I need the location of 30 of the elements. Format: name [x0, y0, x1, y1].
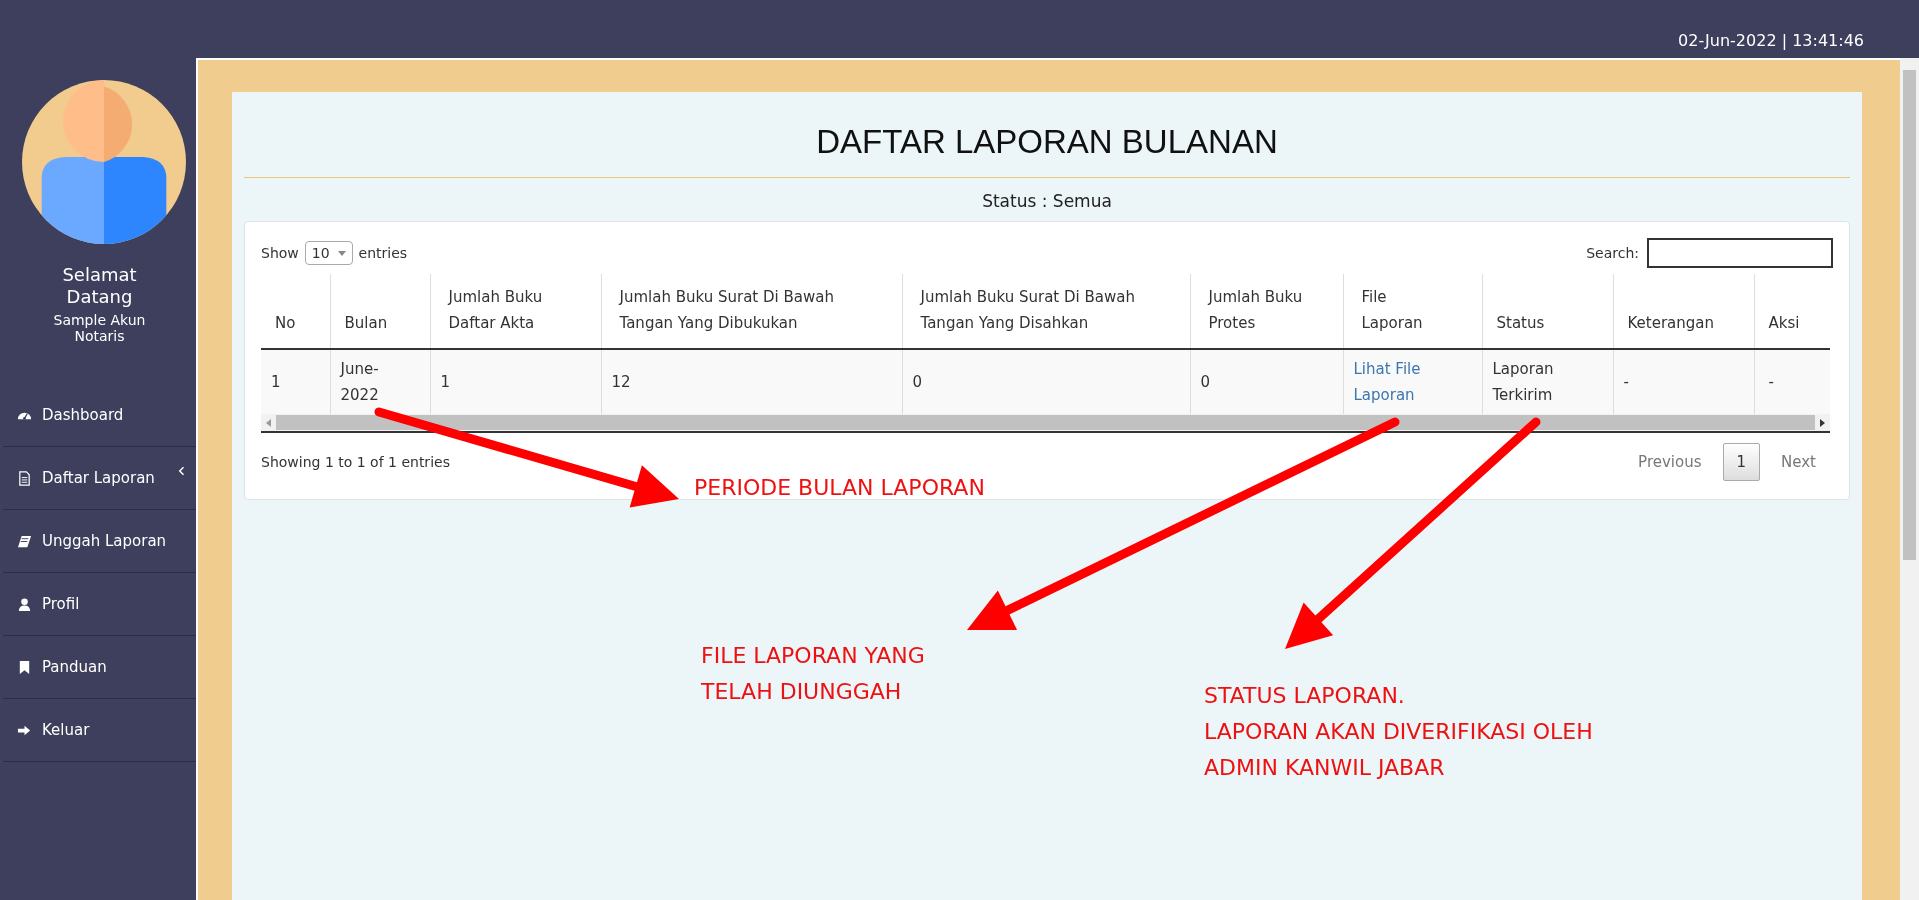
table-cell: 1 [430, 349, 601, 414]
search-label: Search: [1586, 245, 1639, 261]
annotation-text: STATUS LAPORAN. LAPORAN AKAN DIVERIFIKASI OLEH ADMIN KANWIL JABAR [1204, 682, 1593, 782]
vertical-scrollbar[interactable] [1900, 58, 1919, 900]
table-cell: 0 [902, 349, 1190, 414]
entries-select[interactable]: 10 [304, 241, 353, 265]
table-cell: Laporan Terkirim [1482, 349, 1613, 414]
search-field[interactable] [1647, 238, 1833, 268]
horizontal-scrollbar[interactable] [261, 414, 1830, 433]
status-filter: Status : Semua [981, 191, 1113, 211]
annotation-text: FILE LAPORAN YANG TELAH DIUNGGAH [701, 642, 925, 706]
document-icon [17, 470, 32, 486]
show-label: Show [261, 245, 299, 261]
table-cell: June-2022 [330, 349, 430, 414]
table-cell: 0 [1190, 349, 1343, 414]
greeting-text: Selamat Datang [61, 264, 138, 308]
annotation-text: PERIODE BULAN LAPORAN [694, 474, 985, 502]
table-cell: 1 [261, 349, 330, 414]
page-title: DAFTAR LAPORAN BULANAN [815, 123, 1279, 161]
user-name: Sample Akun Notaris [52, 311, 147, 344]
page-button[interactable]: 1 [1722, 443, 1761, 481]
entries-label: entries [358, 245, 408, 261]
table-cell: 12 [601, 349, 902, 414]
table-cell: - [1613, 349, 1754, 414]
date-time: 02-Jun-2022 | 13:41:46 [1678, 30, 1864, 50]
user-icon [17, 596, 32, 612]
entries-info: Showing 1 to 1 of 1 entries [261, 454, 450, 470]
book-icon [17, 533, 32, 549]
table-cell: - [1754, 349, 1830, 414]
bookmark-icon [17, 659, 32, 675]
